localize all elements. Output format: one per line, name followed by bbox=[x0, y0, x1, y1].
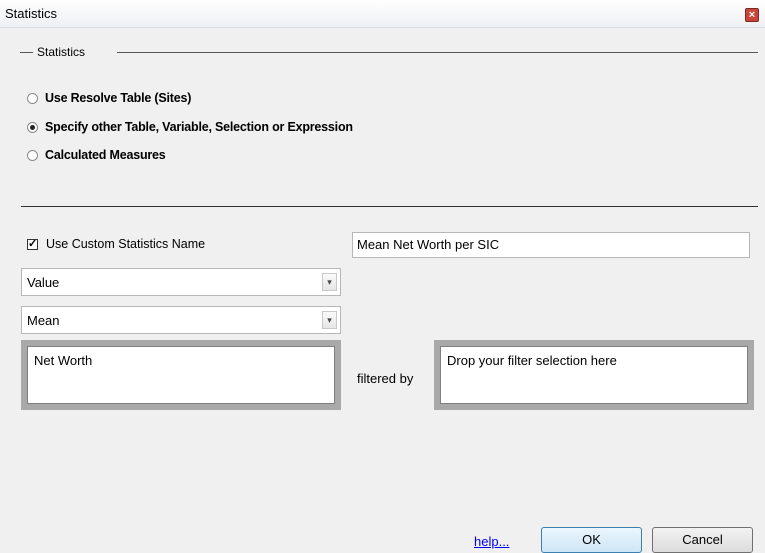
radio-label: Specify other Table, Variable, Selection… bbox=[45, 120, 353, 134]
radio-button[interactable] bbox=[27, 121, 38, 133]
select-value: Value bbox=[27, 275, 60, 290]
group-line-right bbox=[117, 52, 758, 53]
ok-button[interactable]: OK bbox=[541, 527, 642, 553]
help-link[interactable]: help... bbox=[474, 534, 509, 549]
field-drop-value: Net Worth bbox=[27, 346, 335, 404]
window-title: Statistics bbox=[5, 6, 58, 21]
filter-drop-placeholder: Drop your filter selection here bbox=[440, 346, 748, 404]
value-type-select[interactable]: Value ▾ bbox=[21, 268, 341, 296]
radio-button[interactable] bbox=[27, 92, 38, 104]
close-icon[interactable]: × bbox=[745, 8, 759, 22]
radio-calculated-measures[interactable]: Calculated Measures bbox=[27, 148, 166, 162]
cancel-button[interactable]: Cancel bbox=[652, 527, 753, 553]
filter-drop-area[interactable]: Drop your filter selection here bbox=[434, 340, 754, 410]
separator bbox=[21, 206, 758, 207]
custom-name-input[interactable]: Mean Net Worth per SIC bbox=[352, 232, 750, 258]
statistic-select[interactable]: Mean ▾ bbox=[21, 306, 341, 334]
group-line-left bbox=[20, 52, 33, 53]
filtered-by-label: filtered by bbox=[357, 371, 414, 386]
title-bar: Statistics × bbox=[0, 0, 765, 28]
group-label: Statistics bbox=[37, 45, 86, 59]
radio-label: Use Resolve Table (Sites) bbox=[45, 91, 192, 105]
chevron-down-icon[interactable]: ▾ bbox=[322, 311, 337, 329]
radio-label: Calculated Measures bbox=[45, 148, 166, 162]
radio-specify-other[interactable]: Specify other Table, Variable, Selection… bbox=[27, 120, 353, 134]
chevron-down-icon[interactable]: ▾ bbox=[322, 273, 337, 291]
radio-button[interactable] bbox=[27, 149, 38, 161]
radio-resolve-table[interactable]: Use Resolve Table (Sites) bbox=[27, 91, 191, 105]
custom-name-label: Use Custom Statistics Name bbox=[46, 237, 206, 251]
custom-name-checkbox-row[interactable]: ✓ Use Custom Statistics Name bbox=[27, 237, 205, 251]
field-drop-area[interactable]: Net Worth bbox=[21, 340, 341, 410]
custom-name-checkbox[interactable]: ✓ bbox=[27, 238, 38, 250]
select-value: Mean bbox=[27, 313, 60, 328]
